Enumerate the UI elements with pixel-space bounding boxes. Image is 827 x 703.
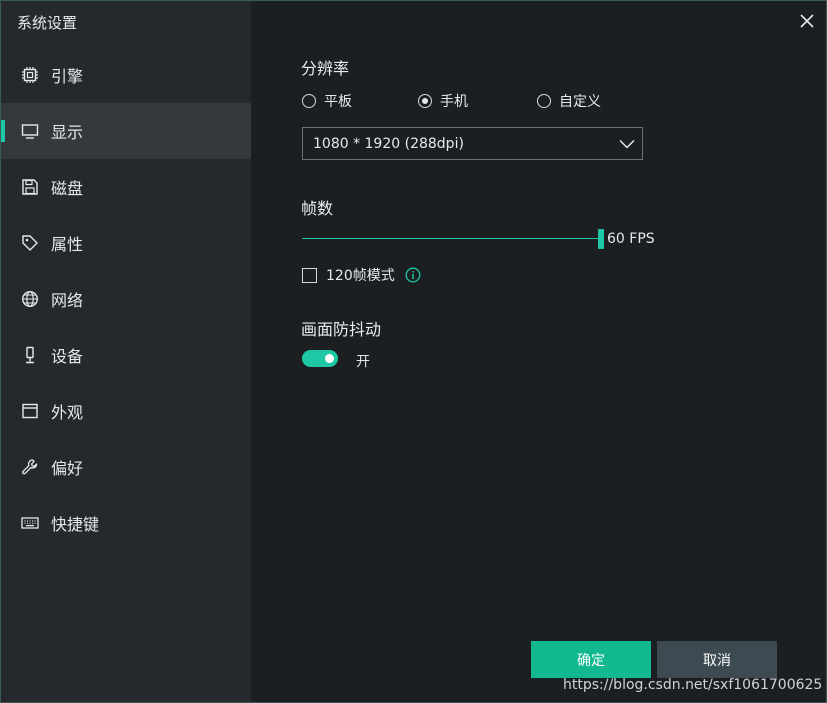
radio-circle xyxy=(537,94,551,108)
antishake-state-label: 开 xyxy=(356,354,370,370)
radio-custom[interactable]: 自定义 xyxy=(537,91,601,111)
sidebar-item-label: 引擎 xyxy=(51,67,84,86)
sidebar-item-label: 磁盘 xyxy=(51,179,84,198)
checkbox-label: 120帧模式 xyxy=(326,268,395,284)
fps-value: 60 FPS xyxy=(607,231,655,247)
sidebar-item-shortcuts[interactable]: 快捷键 xyxy=(1,495,251,551)
radio-label: 自定义 xyxy=(559,94,601,110)
sidebar-item-properties[interactable]: 属性 xyxy=(1,215,251,271)
cancel-button[interactable]: 取消 xyxy=(657,641,777,678)
info-icon[interactable] xyxy=(405,267,421,283)
tag-icon xyxy=(21,234,39,252)
sidebar-item-engine[interactable]: 引擎 xyxy=(1,47,251,103)
window-icon xyxy=(21,402,39,420)
radio-label: 手机 xyxy=(440,94,468,110)
sidebar-item-display[interactable]: 显示 xyxy=(1,103,251,159)
window-title: 系统设置 xyxy=(17,14,78,32)
sidebar-item-label: 快捷键 xyxy=(51,515,100,534)
ok-button[interactable]: 确定 xyxy=(531,641,651,678)
watermark-text: https://blog.csdn.net/sxf1061700625 xyxy=(563,677,823,693)
framerate-title: 帧数 xyxy=(301,199,334,218)
radio-label: 平板 xyxy=(324,94,352,110)
antishake-toggle[interactable] xyxy=(302,350,338,367)
fps-slider[interactable] xyxy=(302,229,604,249)
floppy-disk-icon xyxy=(21,178,39,196)
resolution-select-value: 1080 * 1920 (288dpi) xyxy=(313,135,464,152)
close-icon xyxy=(799,13,815,29)
chevron-down-icon xyxy=(618,135,636,157)
sidebar-item-label: 网络 xyxy=(51,291,84,310)
toggle-knob xyxy=(325,354,334,363)
wrench-icon xyxy=(21,458,39,476)
sidebar-item-label: 外观 xyxy=(51,403,84,422)
sidebar-item-label: 显示 xyxy=(51,123,84,142)
checkbox-box xyxy=(302,267,317,283)
resolution-select[interactable]: 1080 * 1920 (288dpi) xyxy=(302,127,643,160)
sidebar-item-device[interactable]: 设备 xyxy=(1,327,251,383)
sidebar-item-preferences[interactable]: 偏好 xyxy=(1,439,251,495)
radio-circle xyxy=(302,94,316,108)
sidebar-item-appearance[interactable]: 外观 xyxy=(1,383,251,439)
sidebar-item-label: 设备 xyxy=(51,347,84,366)
close-button[interactable] xyxy=(795,9,819,33)
resolution-title: 分辨率 xyxy=(301,59,350,78)
keyboard-icon xyxy=(21,514,39,532)
checkbox-120fps[interactable]: 120帧模式 xyxy=(302,265,421,285)
monitor-icon xyxy=(21,122,39,140)
globe-icon xyxy=(21,290,39,308)
sidebar-item-disk[interactable]: 磁盘 xyxy=(1,159,251,215)
microphone-icon xyxy=(21,346,39,364)
radio-phone[interactable]: 手机 xyxy=(418,91,468,111)
sidebar-item-network[interactable]: 网络 xyxy=(1,271,251,327)
radio-tablet[interactable]: 平板 xyxy=(302,91,352,111)
slider-track xyxy=(302,238,598,239)
sidebar: 系统设置 引擎 显示 磁盘 属性 网络 设备 外观 偏好 快捷键 xyxy=(1,1,251,702)
sidebar-item-label: 偏好 xyxy=(51,459,84,478)
settings-window: 系统设置 引擎 显示 磁盘 属性 网络 设备 外观 偏好 快捷键 分辨率 平板 … xyxy=(0,0,827,703)
sidebar-item-label: 属性 xyxy=(51,235,84,254)
antishake-title: 画面防抖动 xyxy=(301,320,382,339)
slider-thumb[interactable] xyxy=(598,229,604,249)
radio-circle xyxy=(418,94,432,108)
cpu-icon xyxy=(21,66,39,84)
sidebar-nav: 引擎 显示 磁盘 属性 网络 设备 外观 偏好 快捷键 xyxy=(1,47,251,551)
